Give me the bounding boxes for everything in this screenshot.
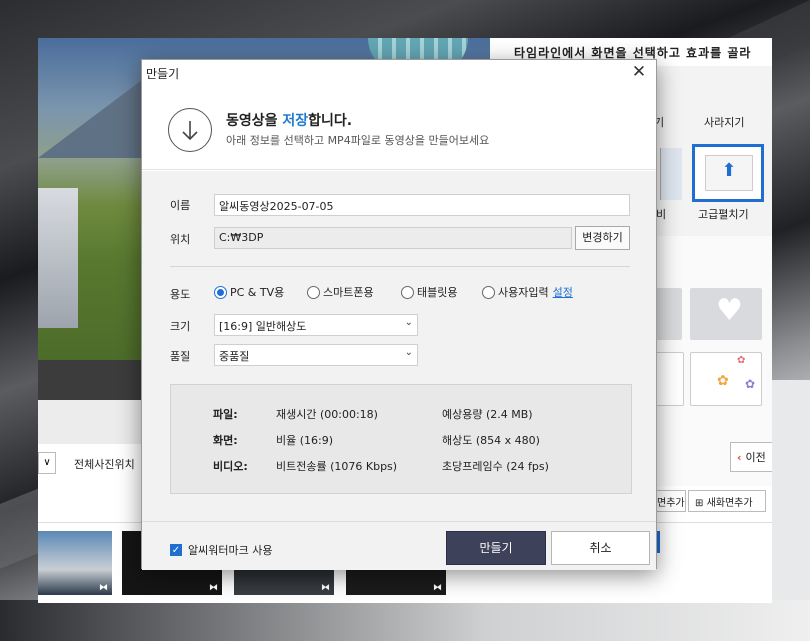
- frame-card[interactable]: [654, 352, 684, 406]
- radio-label: 태블릿용: [417, 286, 458, 299]
- name-field[interactable]: 알씨동영상2025-07-05: [214, 194, 630, 216]
- info-file-label: 파일:: [213, 408, 238, 421]
- chevron-down-icon: ⌄: [404, 347, 413, 358]
- info-aspect-ratio: 비율 (16:9): [276, 434, 334, 447]
- header-title-suffix: 합니다.: [308, 113, 353, 129]
- transition-icon: ⧓: [433, 583, 442, 593]
- dialog-body: 이름 알씨동영상2025-07-05 위치 C:₩3DP 변경하기 용도 PC …: [142, 171, 656, 521]
- watermark-checkbox[interactable]: ✓ 알씨워터마크 사용: [170, 542, 272, 558]
- prev-button[interactable]: ‹ 이전: [730, 442, 772, 472]
- divider: [170, 266, 630, 267]
- size-label: 크기: [170, 320, 191, 333]
- add-new-scene-button[interactable]: ⊞ 새화면추가: [688, 490, 766, 512]
- info-resolution: 해상도 (854 x 480): [442, 434, 540, 447]
- header-subtitle: 아래 정보를 선택하고 MP4파일로 동영상을 만들어보세요: [226, 134, 490, 147]
- effect-advanced-label: 고급펼치기: [698, 208, 749, 221]
- frame-card-heart[interactable]: ♥: [690, 288, 762, 340]
- watermark-label: 알씨워터마크 사용: [188, 544, 273, 557]
- radio-icon: [401, 285, 414, 299]
- name-label: 이름: [170, 199, 191, 212]
- preview-building: [38, 188, 78, 328]
- download-icon: [168, 108, 212, 152]
- header-title: 동영상을 저장합니다.: [226, 110, 352, 130]
- purpose-radio-custom[interactable]: 사용자입력 설정: [482, 284, 573, 300]
- radio-selected-icon: [214, 285, 227, 299]
- timeline-clip[interactable]: ⧓: [38, 531, 112, 595]
- effect-disappear-label: 사라지기: [704, 116, 745, 129]
- dialog-titlebar: 만들기 ✕: [142, 60, 656, 86]
- info-bitrate: 비트전송률 (1076 Kbps): [276, 460, 398, 473]
- radio-label: 스마트폰용: [323, 286, 374, 299]
- quality-select[interactable]: 중품질 ⌄: [214, 344, 418, 366]
- frame-card[interactable]: [654, 288, 682, 340]
- checkmark-icon: ✓: [170, 544, 182, 556]
- header-title-prefix: 동영상을: [226, 113, 283, 129]
- transition-icon: ⧓: [321, 583, 330, 593]
- dialog-title: 만들기: [146, 67, 180, 81]
- dialog-header: 동영상을 저장합니다. 아래 정보를 선택하고 MP4파일로 동영상을 만들어보…: [142, 86, 656, 170]
- make-video-dialog: 만들기 ✕ 동영상을 저장합니다. 아래 정보를 선택하고 MP4파일로 동영상…: [141, 59, 657, 570]
- info-screen-label: 화면:: [213, 434, 238, 447]
- purpose-radio-pc-tv[interactable]: PC & TV용: [214, 284, 284, 300]
- purpose-radio-tablet[interactable]: 태블릿용: [401, 284, 457, 300]
- purpose-radio-smartphone[interactable]: 스마트폰용: [307, 284, 374, 300]
- filter-dropdown[interactable]: ∨: [38, 452, 56, 474]
- close-icon[interactable]: ✕: [630, 63, 648, 81]
- size-select-value: [16:9] 일반해상도: [219, 320, 307, 333]
- flower-icon: ✿: [737, 355, 746, 366]
- background-floor: [0, 600, 810, 641]
- effect-advanced-thumb[interactable]: ⬆: [692, 144, 764, 202]
- radio-label: 사용자입력: [498, 286, 549, 299]
- arrow-up-icon: ⬆: [721, 160, 737, 181]
- effect-label: 비: [656, 208, 667, 221]
- change-location-button[interactable]: 변경하기: [575, 226, 630, 250]
- radio-icon: [482, 285, 495, 299]
- effect-thumb-partial[interactable]: [660, 148, 682, 200]
- info-estimated-size: 예상용량 (2.4 MB): [442, 408, 533, 421]
- quality-select-value: 중품질: [219, 350, 250, 363]
- flower-icon: ✿: [745, 377, 756, 391]
- add-icon: ⊞: [695, 498, 707, 509]
- quality-label: 품질: [170, 350, 191, 363]
- purpose-label: 용도: [170, 288, 191, 301]
- info-video-label: 비디오:: [213, 460, 248, 473]
- transition-icon: ⧓: [99, 583, 108, 593]
- header-title-accent: 저장: [282, 113, 309, 129]
- prev-button-label: 이전: [745, 451, 766, 464]
- radio-icon: [307, 285, 320, 299]
- transition-icon: ⧓: [209, 583, 218, 593]
- size-select[interactable]: [16:9] 일반해상도 ⌄: [214, 314, 418, 336]
- make-button[interactable]: 만들기: [446, 531, 546, 565]
- heart-icon: ♥: [716, 293, 743, 328]
- chevron-left-icon: ‹: [737, 451, 742, 464]
- flower-icon: ✿: [717, 373, 729, 389]
- cancel-button[interactable]: 취소: [551, 531, 650, 565]
- frame-card-flowers[interactable]: ✿ ✿ ✿: [690, 352, 762, 406]
- radio-label: PC & TV용: [230, 286, 285, 299]
- chevron-down-icon: ⌄: [404, 317, 413, 328]
- output-info-box: 파일: 재생시간 (00:00:18) 예상용량 (2.4 MB) 화면: 비율…: [170, 384, 632, 494]
- settings-link[interactable]: 설정: [553, 284, 573, 300]
- location-field: C:₩3DP: [214, 227, 572, 249]
- location-label: 위치: [170, 233, 191, 246]
- dialog-footer: ✓ 알씨워터마크 사용 만들기 취소: [142, 521, 656, 570]
- filter-label: 전체사진위치: [74, 458, 135, 471]
- info-framerate: 초당프레임수 (24 fps): [442, 460, 549, 473]
- info-duration: 재생시간 (00:00:18): [276, 408, 378, 421]
- add-new-scene-label: 새화면추가: [706, 498, 753, 509]
